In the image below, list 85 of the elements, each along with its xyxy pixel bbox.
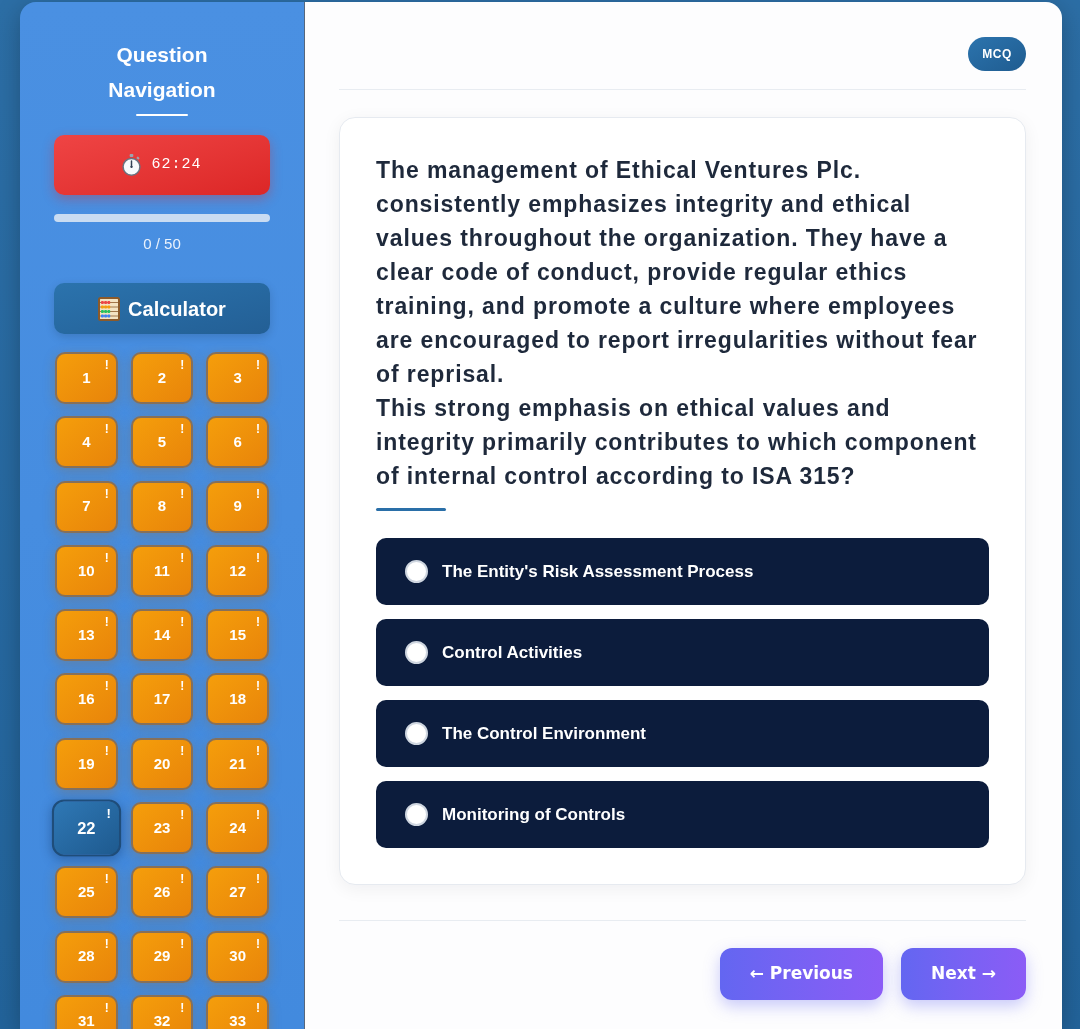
question-number-button[interactable]: 21 ! xyxy=(206,737,269,790)
question-number-button[interactable]: 12 ! xyxy=(206,544,269,597)
question-number-button[interactable]: 25 ! xyxy=(55,866,118,919)
previous-button[interactable]: ← Previous xyxy=(719,948,883,1000)
flag-mark: ! xyxy=(180,358,185,372)
question-number-button[interactable]: 13 ! xyxy=(55,609,118,662)
question-number-button[interactable]: 8 ! xyxy=(130,480,194,533)
flag-mark: ! xyxy=(104,1000,109,1015)
question-number-button[interactable]: 4 ! xyxy=(55,416,118,469)
question-number-button[interactable]: 27 ! xyxy=(206,866,269,919)
progress-count: 0 / 50 xyxy=(142,234,182,254)
flag-mark: ! xyxy=(104,422,109,437)
question-text: This strong emphasis on ethical values and integrity primarily contributes to which component of internal control according to ISA 315? xyxy=(376,394,978,491)
flag-mark: ! xyxy=(256,743,260,758)
question-number-button[interactable]: 33 ! xyxy=(206,994,269,1029)
radio-button[interactable] xyxy=(405,641,428,664)
flag-mark: ! xyxy=(180,872,185,887)
timer-text: 62:24 xyxy=(151,154,202,175)
question-number-button[interactable]: 16 ! xyxy=(55,673,118,726)
flag-mark: ! xyxy=(256,872,260,887)
flag-mark: ! xyxy=(256,808,260,823)
question-number-button[interactable]: 24 ! xyxy=(206,802,269,855)
flag-mark: ! xyxy=(256,422,260,437)
stopwatch-icon xyxy=(122,154,142,176)
question-number-button[interactable]: 10 ! xyxy=(55,544,118,597)
flag-mark: ! xyxy=(180,679,185,694)
flag-mark: ! xyxy=(180,1000,185,1015)
next-button[interactable]: Next → xyxy=(901,948,1026,1000)
flag-mark: ! xyxy=(256,615,260,630)
question-number-button[interactable]: 5 ! xyxy=(130,416,194,469)
flag-mark: ! xyxy=(104,872,109,887)
question-number-button[interactable]: 30 ! xyxy=(206,930,269,983)
flag-mark: ! xyxy=(256,486,260,501)
radio-button[interactable] xyxy=(405,722,428,745)
flag-mark: ! xyxy=(104,358,109,372)
flag-mark: ! xyxy=(106,806,111,822)
question-number-button[interactable]: 3 ! xyxy=(206,352,269,404)
question-text: The management of Ethical Ventures Plc. consistently emphasizes integrity and ethical values throughout the organization. They have a clear code of conduct, provide regular ethics training, and promote a culture where employees are encouraged to report irregularities without fear of reprisal. xyxy=(376,156,979,389)
question-type-badge: MCQ xyxy=(968,37,1026,71)
sidebar-title: Question Navigation xyxy=(107,42,217,103)
question-number-button[interactable]: 28 ! xyxy=(55,930,118,983)
flag-mark: ! xyxy=(180,743,185,758)
question-number-button[interactable]: 26 ! xyxy=(130,866,194,919)
flag-mark: ! xyxy=(180,808,185,823)
question-number-button[interactable]: 7 ! xyxy=(55,480,118,533)
flag-mark: ! xyxy=(180,936,185,951)
answer-option[interactable]: Control Activities xyxy=(376,619,989,686)
answer-option[interactable]: The Control Environment xyxy=(376,700,989,767)
flag-mark: ! xyxy=(104,936,109,951)
flag-mark: ! xyxy=(256,358,260,372)
flag-mark: ! xyxy=(104,615,109,630)
question-number-button[interactable]: 29 ! xyxy=(130,930,194,983)
question-number-button[interactable]: 14 ! xyxy=(130,609,194,662)
calculator-button[interactable]: Calculator xyxy=(54,283,270,334)
question-number-button[interactable]: 17 ! xyxy=(130,673,194,726)
flag-mark: ! xyxy=(104,550,109,565)
answer-option[interactable]: Monitoring of Controls xyxy=(376,781,989,848)
flag-mark: ! xyxy=(104,486,109,501)
question-number-button[interactable]: 19 ! xyxy=(55,737,118,790)
question-number-button[interactable]: 23 ! xyxy=(130,802,194,855)
abacus-icon xyxy=(98,296,121,321)
answer-option[interactable]: The Entity's Risk Assessment Process xyxy=(376,538,989,605)
flag-mark: ! xyxy=(256,679,260,694)
flag-mark: ! xyxy=(104,679,109,694)
question-number-button[interactable]: 31 ! xyxy=(55,994,118,1029)
flag-mark: ! xyxy=(180,422,185,437)
question-number-button[interactable]: 9 ! xyxy=(206,480,269,533)
question-number-button[interactable]: 22 ! xyxy=(51,799,121,857)
question-number-button[interactable]: 6 ! xyxy=(206,416,269,469)
question-number-button[interactable]: 15 ! xyxy=(206,609,269,662)
question-number-button[interactable]: 2 ! xyxy=(130,352,194,404)
flag-mark: ! xyxy=(256,550,260,565)
question-number-button[interactable]: 1 ! xyxy=(55,352,118,404)
flag-mark: ! xyxy=(180,486,185,501)
flag-mark: ! xyxy=(104,743,109,758)
radio-button[interactable] xyxy=(405,803,428,826)
question-number-button[interactable]: 32 ! xyxy=(130,994,194,1029)
radio-button[interactable] xyxy=(405,560,428,583)
flag-mark: ! xyxy=(256,936,260,951)
question-number-button[interactable]: 20 ! xyxy=(130,737,194,790)
flag-mark: ! xyxy=(256,1000,260,1015)
question-number-button[interactable]: 11 ! xyxy=(130,544,194,597)
question-number-button[interactable]: 18 ! xyxy=(206,673,269,726)
flag-mark: ! xyxy=(180,615,185,630)
flag-mark: ! xyxy=(180,550,185,565)
